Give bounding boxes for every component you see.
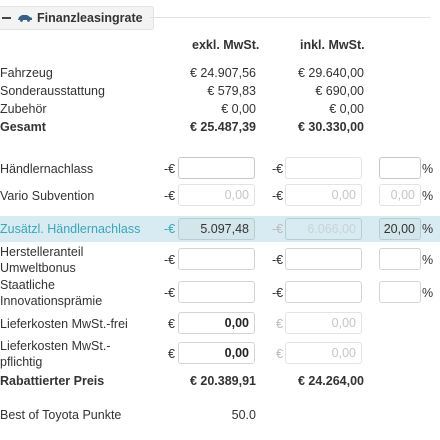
- section-header[interactable]: Finanzleasingrate: [0, 6, 154, 30]
- herstelleranteil-label-line1: Herstelleranteil: [0, 245, 84, 259]
- collapse-icon[interactable]: [2, 17, 11, 19]
- fahrzeug-label: Fahrzeug: [0, 66, 53, 80]
- lieferkosten-pflichtig-label-line1: Lieferkosten MwSt.-: [0, 339, 111, 353]
- column-header-excl: exkl. MwSt.: [192, 38, 260, 52]
- haendlernachlass-percent-input[interactable]: [379, 157, 421, 179]
- currency-sign: -€: [164, 222, 176, 236]
- herstelleranteil-excl-input[interactable]: [178, 248, 255, 270]
- staatliche-label-line1: Staatliche: [0, 278, 55, 292]
- lieferkosten-pflichtig-excl-input[interactable]: 0,00: [178, 342, 255, 364]
- staatliche-excl-input[interactable]: [178, 281, 255, 303]
- fahrzeug-incl: € 29.640,00: [297, 66, 364, 80]
- staatliche-incl-input[interactable]: [285, 281, 362, 303]
- fahrzeug-excl: € 24.907,56: [189, 66, 256, 80]
- herstelleranteil-percent-input[interactable]: [379, 248, 421, 270]
- currency-sign: -€: [272, 253, 284, 267]
- sonder-label: Sonderausstattung: [0, 84, 105, 98]
- currency-sign: -€: [272, 189, 284, 203]
- sonder-incl: € 690,00: [315, 84, 364, 98]
- rabattierter-preis-incl: € 24.264,00: [297, 374, 364, 388]
- zusaetzl-excl-input[interactable]: 5.097,48: [178, 218, 255, 240]
- vario-excl-input[interactable]: 0,00: [178, 184, 255, 206]
- percent-sign: %: [422, 286, 434, 300]
- section-title: Finanzleasingrate: [37, 11, 143, 25]
- herstelleranteil-incl-input[interactable]: [285, 248, 362, 270]
- staatliche-percent-input[interactable]: [379, 281, 421, 303]
- herstelleranteil-label-line2: Umweltbonus: [0, 261, 76, 275]
- staatliche-label-line2: Innovationsprämie: [0, 294, 103, 308]
- currency-sign: €: [168, 347, 175, 361]
- lieferkosten-frei-excl-input[interactable]: 0,00: [178, 312, 255, 334]
- percent-sign: %: [422, 253, 434, 267]
- haendlernachlass-label: Händlernachlass: [0, 162, 94, 176]
- toyota-punkte-label: Best of Toyota Punkte: [0, 408, 122, 422]
- rabattierter-preis-label: Rabattierter Preis: [0, 374, 105, 388]
- zubehoer-excl: € 0,00: [221, 102, 256, 116]
- gesamt-incl: € 30.330,00: [297, 120, 364, 134]
- lieferkosten-pflichtig-label-line2: pflichtig: [0, 355, 43, 369]
- lieferkosten-frei-label: Lieferkosten MwSt.-frei: [0, 317, 128, 331]
- sonder-excl: € 579,83: [207, 84, 256, 98]
- haendlernachlass-excl-input[interactable]: [178, 157, 255, 179]
- currency-sign: -€: [272, 162, 284, 176]
- currency-sign: -€: [164, 189, 176, 203]
- currency-sign: -€: [272, 222, 284, 236]
- car-icon: [17, 11, 33, 25]
- gesamt-excl: € 25.487,39: [189, 120, 256, 134]
- currency-sign: -€: [272, 286, 284, 300]
- zubehoer-incl: € 0,00: [329, 102, 364, 116]
- currency-sign: €: [276, 317, 283, 331]
- zusaetzl-haendlernachlass-label: Zusätzl. Händlernachlass: [0, 222, 141, 236]
- gesamt-label: Gesamt: [0, 120, 46, 134]
- currency-sign: €: [168, 317, 175, 331]
- column-header-incl: inkl. MwSt.: [300, 38, 365, 52]
- zusaetzl-incl-input[interactable]: 6.066,00: [285, 218, 362, 240]
- lieferkosten-pflichtig-incl-input[interactable]: 0,00: [285, 342, 362, 364]
- zusaetzl-percent-input[interactable]: 20,00: [379, 218, 421, 240]
- percent-sign: %: [422, 162, 434, 176]
- percent-sign: %: [422, 189, 434, 203]
- toyota-punkte-value: 50.0: [231, 408, 256, 422]
- currency-sign: -€: [164, 162, 176, 176]
- rabattierter-preis-excl: € 20.389,91: [189, 374, 256, 388]
- currency-sign: €: [276, 347, 283, 361]
- vario-subvention-label: Vario Subvention: [0, 189, 95, 203]
- zubehoer-label: Zubehör: [0, 102, 47, 116]
- currency-sign: -€: [164, 253, 176, 267]
- vario-incl-input[interactable]: 0,00: [285, 184, 362, 206]
- currency-sign: -€: [164, 286, 176, 300]
- lieferkosten-frei-incl-input[interactable]: 0,00: [285, 312, 362, 334]
- vario-percent-input[interactable]: 0,00: [379, 184, 421, 206]
- header-divider: [150, 17, 430, 18]
- percent-sign: %: [422, 222, 434, 236]
- haendlernachlass-incl-input[interactable]: [285, 157, 362, 179]
